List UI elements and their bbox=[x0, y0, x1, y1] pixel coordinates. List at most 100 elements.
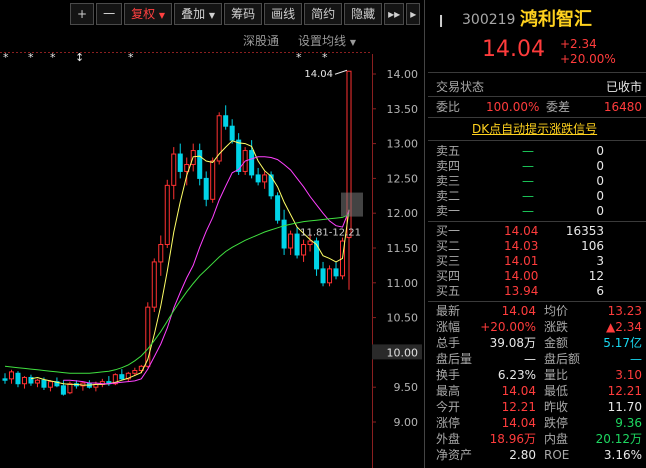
stat-value: 14.04 bbox=[501, 416, 536, 430]
status-label: 交易状态 bbox=[436, 80, 485, 94]
candle-body bbox=[333, 268, 339, 277]
stat-label: 昨收 bbox=[544, 400, 569, 414]
stat-value: 3.10 bbox=[615, 368, 642, 382]
stat-value: 5.17亿 bbox=[603, 336, 642, 350]
ask-row[interactable]: 卖二 — 0 bbox=[428, 188, 646, 204]
y-tick-label: 9.00 bbox=[394, 416, 419, 429]
bid-label: 买三 bbox=[436, 254, 461, 268]
candle-body bbox=[41, 379, 47, 388]
stats-row: 外盘 18.96万 内盘 20.12万 bbox=[428, 431, 646, 447]
stat-label: 今开 bbox=[436, 400, 461, 414]
quote-panel: ❙ 300219 鸿利智汇 14.04 +2.34 +20.00% 交易状态 已… bbox=[428, 0, 646, 468]
ask-volume: 0 bbox=[596, 159, 604, 173]
candle-body bbox=[327, 268, 333, 284]
stat-value: 6.23% bbox=[497, 368, 536, 382]
candle-body bbox=[262, 174, 268, 183]
stat-label: 换手 bbox=[436, 368, 461, 382]
stat-label: 盘后量 bbox=[436, 352, 473, 366]
candle-body bbox=[151, 261, 157, 308]
bid-label: 买一 bbox=[436, 224, 461, 238]
bid-price: 13.94 bbox=[504, 284, 539, 298]
ask-volume: 0 bbox=[596, 174, 604, 188]
candle-body bbox=[275, 195, 281, 221]
ask-row[interactable]: 卖四 — 0 bbox=[428, 158, 646, 174]
stat-label: ROE bbox=[544, 448, 570, 462]
y-tick-label: 13.50 bbox=[387, 103, 419, 116]
price-change: +2.34 bbox=[560, 37, 597, 51]
stats-row: 最新 14.04 均价 13.23 bbox=[428, 303, 646, 319]
stat-value: 14.04 bbox=[501, 384, 536, 398]
stat-value: 12.21 bbox=[607, 384, 642, 398]
stat-label: 最高 bbox=[436, 384, 461, 398]
stats-row: 净资产 2.80 ROE 3.16% bbox=[428, 447, 646, 463]
stat-label: 涨停 bbox=[436, 416, 461, 430]
stat-label: 金额 bbox=[544, 336, 569, 350]
stat-label: 最新 bbox=[436, 304, 461, 318]
candle-body bbox=[132, 369, 138, 374]
stat-label: 总手 bbox=[436, 336, 461, 350]
candle-body bbox=[164, 184, 170, 246]
bid-volume: 16353 bbox=[565, 224, 604, 238]
candlestick-chart[interactable]: 14.00 13.50 13.00 12.50 12.00 11.50 11.00 10.50… bbox=[0, 0, 425, 468]
bid-row[interactable]: 买四 14.00 12 bbox=[428, 268, 646, 284]
range-price-label: 11.81-12.21 bbox=[300, 227, 361, 238]
stat-value: 39.08万 bbox=[489, 336, 536, 350]
event-marker-icon: * bbox=[28, 51, 34, 64]
candle-body bbox=[2, 378, 8, 381]
event-marker-icon: ↕ bbox=[75, 51, 84, 64]
bid-volume: 3 bbox=[596, 254, 604, 268]
bid-price: 14.01 bbox=[504, 254, 539, 268]
bid-label: 买二 bbox=[436, 239, 461, 253]
ask-price: — bbox=[522, 159, 534, 173]
ask-label: 卖二 bbox=[436, 189, 461, 203]
weibi-label: 委比 bbox=[436, 100, 461, 114]
stat-label: 外盘 bbox=[436, 432, 461, 446]
bid-row[interactable]: 买三 14.01 3 bbox=[428, 253, 646, 269]
dk-signal-link[interactable]: DK点自动提示涨跌信号 bbox=[472, 121, 597, 137]
ask-price: — bbox=[522, 204, 534, 218]
bid-row[interactable]: 买一 14.04 16353 bbox=[428, 223, 646, 239]
stat-value: 9.36 bbox=[615, 416, 642, 430]
price-change-pct: +20.00% bbox=[560, 52, 616, 66]
selected-candle-highlight bbox=[341, 192, 363, 217]
bid-row[interactable]: 买二 14.03 106 bbox=[428, 238, 646, 254]
bid-row[interactable]: 买五 13.94 6 bbox=[428, 283, 646, 299]
event-marker-icon: * bbox=[3, 51, 9, 64]
stats-row: 涨幅 +20.00% 涨跌 ▲2.34 bbox=[428, 319, 646, 335]
ask-volume: 0 bbox=[596, 144, 604, 158]
candle-body bbox=[34, 379, 40, 384]
stat-label: 均价 bbox=[544, 304, 569, 318]
bid-label: 买四 bbox=[436, 269, 461, 283]
bid-price: 14.03 bbox=[504, 239, 539, 253]
ask-row[interactable]: 卖三 — 0 bbox=[428, 173, 646, 189]
stat-value: 13.23 bbox=[607, 304, 642, 318]
candle-body bbox=[223, 115, 229, 127]
y-tick-label: 12.00 bbox=[387, 207, 419, 220]
stat-value: — bbox=[524, 352, 536, 366]
stats-row: 最高 14.04 最低 12.21 bbox=[428, 383, 646, 399]
candle-body bbox=[281, 219, 287, 249]
stat-value: 18.96万 bbox=[489, 432, 536, 446]
ask-row[interactable]: 卖一 — 0 bbox=[428, 203, 646, 219]
stat-label: 跌停 bbox=[544, 416, 569, 430]
collapse-icon[interactable]: ❙ bbox=[436, 10, 446, 30]
candle-body bbox=[294, 233, 300, 256]
stats-row: 换手 6.23% 量比 3.10 bbox=[428, 367, 646, 383]
stat-label: 盘后额 bbox=[544, 352, 581, 366]
stat-label: 内盘 bbox=[544, 432, 569, 446]
candle-body bbox=[47, 381, 53, 388]
y-tick-label: 14.00 bbox=[387, 68, 419, 81]
y-tick-label: 11.00 bbox=[387, 277, 419, 290]
stat-label: 涨幅 bbox=[436, 320, 461, 334]
ask-label: 卖三 bbox=[436, 174, 461, 188]
stat-label: 最低 bbox=[544, 384, 569, 398]
bid-label: 买五 bbox=[436, 284, 461, 298]
ask-row[interactable]: 卖五 — 0 bbox=[428, 143, 646, 159]
stock-name: 鸿利智汇 bbox=[520, 9, 592, 30]
bid-price: 14.00 bbox=[504, 269, 539, 283]
kline-chart-panel[interactable]: + 一 复权 ▼ 叠加 ▼ 筹码 画线 简约 隐藏 ▸▸ ▸ 深股通 设置均线 … bbox=[0, 0, 425, 468]
bid-volume: 12 bbox=[588, 269, 604, 283]
candle-body bbox=[15, 372, 21, 385]
candle-body bbox=[203, 177, 209, 200]
stat-value: 11.70 bbox=[607, 400, 642, 414]
